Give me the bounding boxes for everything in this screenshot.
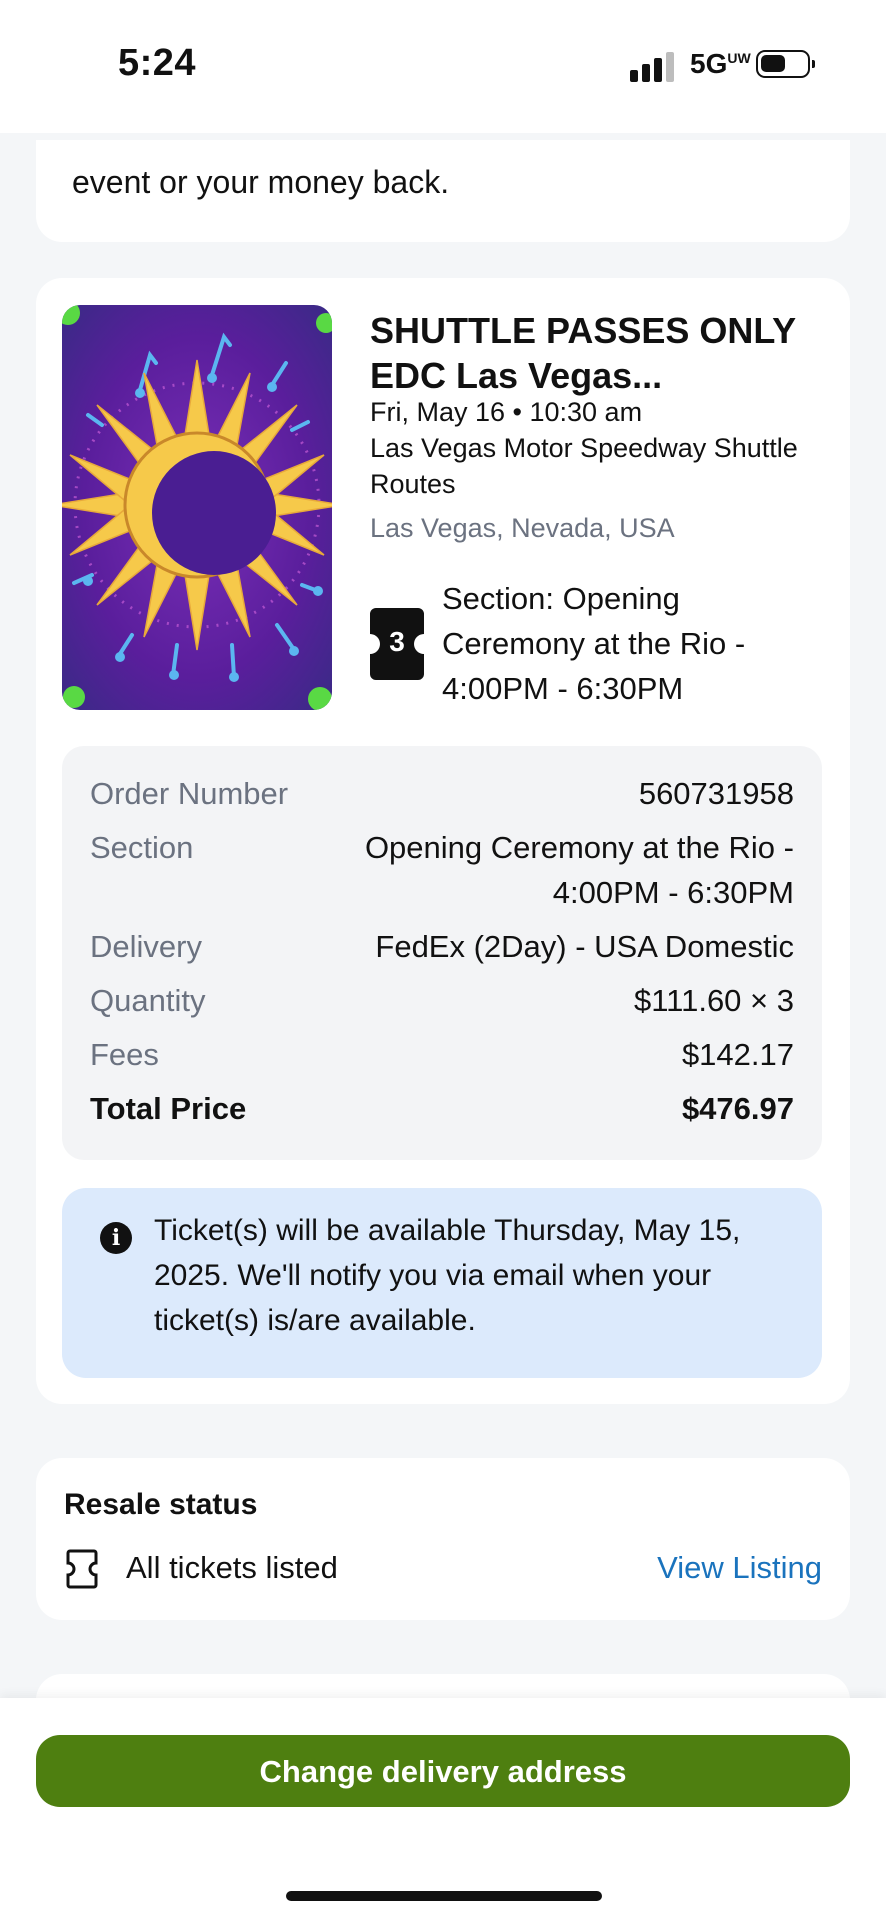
battery-icon — [756, 50, 815, 78]
info-icon: i — [100, 1222, 132, 1254]
total-value: $476.97 — [681, 1091, 794, 1126]
resale-status-text: All tickets listed — [126, 1550, 338, 1585]
resale-card: Resale status All tickets listed View Li… — [36, 1458, 850, 1620]
availability-notice: i Ticket(s) will be available Thursday, … — [62, 1188, 822, 1378]
cellular-signal-icon — [630, 50, 674, 82]
fees-value: $142.17 — [681, 1037, 794, 1072]
delivery-label: Delivery — [90, 929, 202, 964]
fees-label: Fees — [90, 1037, 159, 1072]
order-number-label: Order Number — [90, 776, 289, 811]
guarantee-card: event or your money back. — [36, 140, 850, 242]
network-indicator: 5GUW — [690, 48, 751, 79]
delivery-value: FedEx (2Day) - USA Domestic — [375, 929, 794, 964]
ticket-outline-icon — [66, 1549, 98, 1589]
event-image — [62, 305, 332, 710]
event-location: Las Vegas, Nevada, USA — [370, 513, 675, 543]
event-section: Section: Opening Ceremony at the Rio - 4… — [442, 581, 746, 706]
event-date: Fri, May 16 • 10:30 am — [370, 397, 643, 427]
section-row: Section Opening Ceremony at the Rio - 4:… — [90, 825, 794, 915]
ticket-count: 3 — [389, 626, 405, 657]
total-label: Total Price — [90, 1091, 247, 1126]
order-summary: Order Number 560731958 Section Opening C… — [62, 746, 822, 1160]
section-label: Section — [90, 830, 194, 865]
section-value: Opening Ceremony at the Rio - 4:00PM - 6… — [364, 830, 794, 910]
event-title[interactable]: SHUTTLE PASSES ONLY EDC Las Vegas... — [370, 308, 820, 398]
event-venue: Las Vegas Motor Speedway Shuttle Routes — [370, 433, 798, 499]
status-time: 5:24 — [118, 42, 197, 84]
quantity-value: $111.60 × 3 — [633, 983, 794, 1018]
home-indicator[interactable] — [286, 1891, 602, 1901]
resale-title: Resale status — [64, 1488, 258, 1521]
availability-text: Ticket(s) will be available Thursday, Ma… — [154, 1214, 741, 1337]
change-delivery-address-button[interactable]: Change delivery address — [36, 1735, 850, 1807]
ticket-count-badge: 3 — [370, 608, 424, 680]
status-bar: 5:24 5GUW — [0, 0, 886, 133]
quantity-label: Quantity — [90, 983, 206, 1018]
order-number-value: 560731958 — [638, 776, 794, 811]
bottom-action-bar: Change delivery address — [0, 1698, 886, 1920]
view-listing-link[interactable]: View Listing — [657, 1550, 822, 1586]
guarantee-text: event or your money back. — [72, 164, 450, 200]
order-card: SHUTTLE PASSES ONLY EDC Las Vegas... Fri… — [36, 278, 850, 1404]
